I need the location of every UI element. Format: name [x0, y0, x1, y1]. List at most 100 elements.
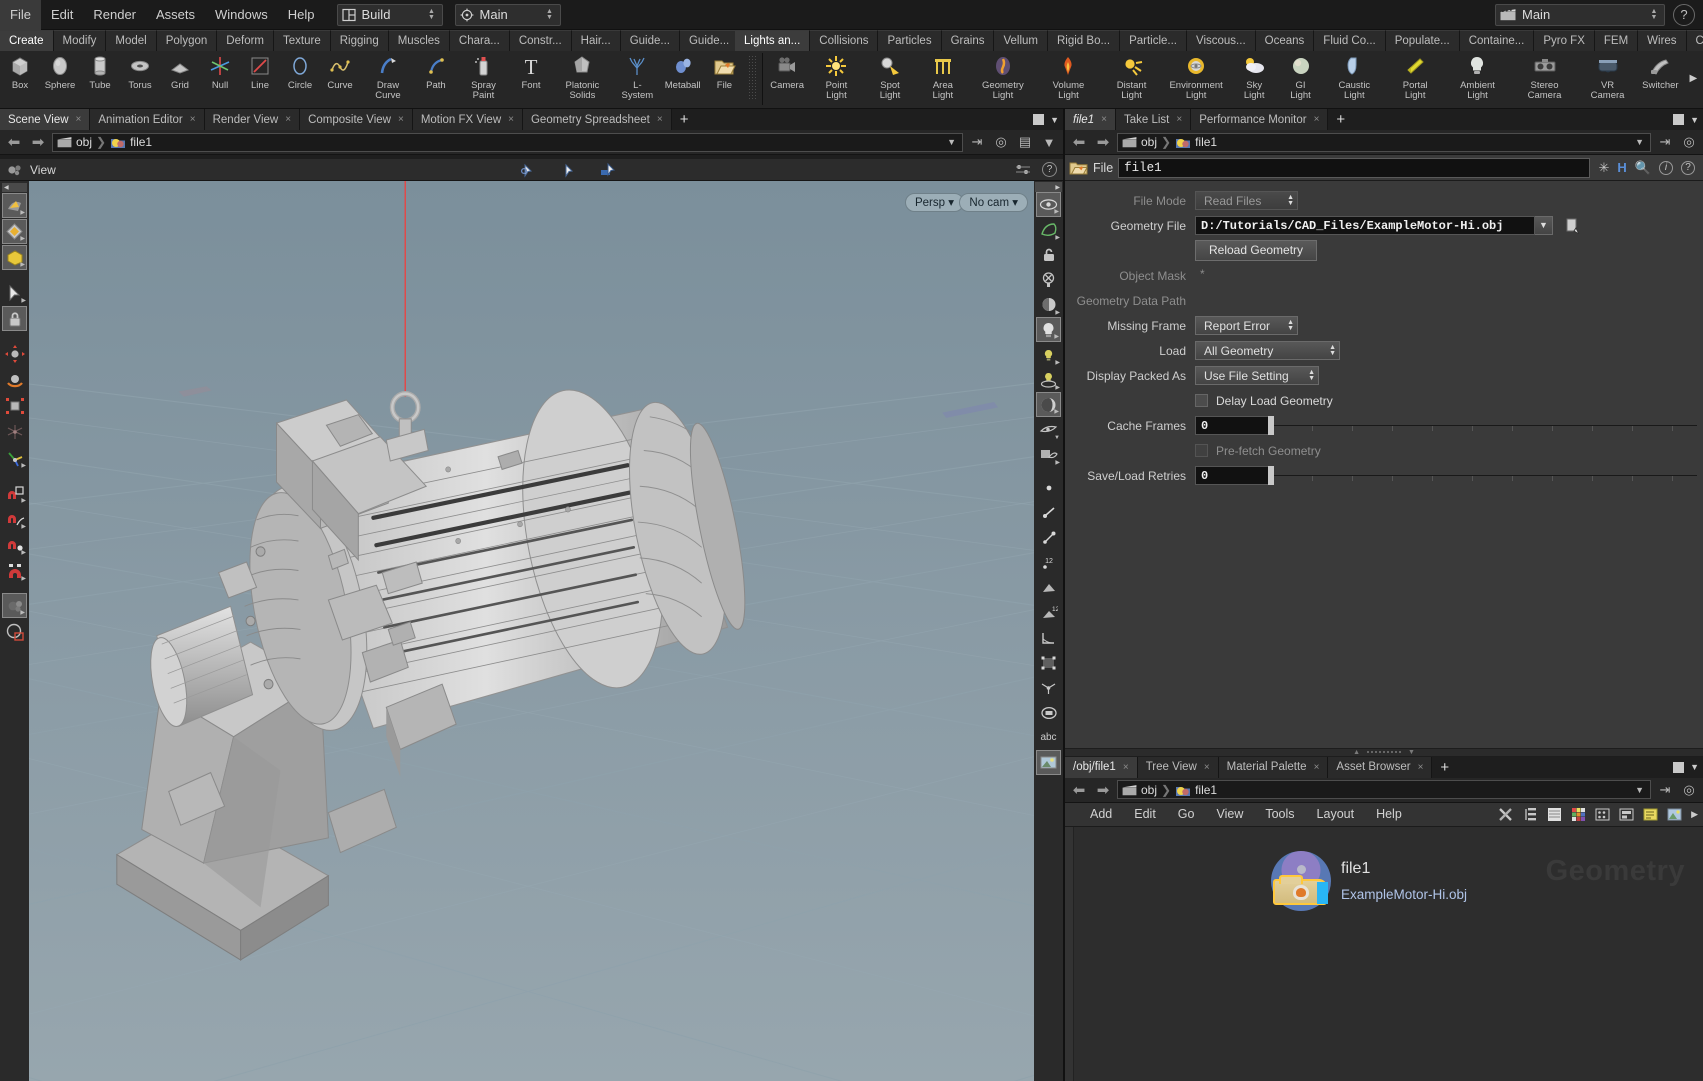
more-icon[interactable]: ▶	[1691, 809, 1698, 820]
shelf-tool-vr-camera[interactable]: VR Camera	[1578, 51, 1637, 101]
tab-motion-fx-view[interactable]: Motion FX View×	[413, 109, 523, 130]
shelf-tool-grid[interactable]: Grid	[160, 51, 200, 101]
object-mask-value[interactable]: *	[1195, 266, 1697, 285]
object-select-icon[interactable]: ▶	[2, 193, 27, 218]
tab-close-icon[interactable]: ×	[1418, 762, 1424, 773]
tab-close-icon[interactable]: ×	[190, 114, 196, 125]
right-toolbar-expand-icon[interactable]: ▶	[1035, 182, 1062, 192]
pane-menu-icon[interactable]: ▼	[1690, 762, 1699, 772]
tab-parameters-file1[interactable]: file1×	[1065, 109, 1116, 130]
missing-frame-dropdown[interactable]: Report Error ▲▼	[1195, 316, 1298, 335]
network-scrollbar[interactable]	[1065, 827, 1074, 1081]
shelf-tab-create[interactable]: Create	[0, 30, 54, 51]
angle-display-icon[interactable]	[1036, 625, 1061, 650]
shelf-tab-particle-fluids[interactable]: Particle...	[1120, 30, 1187, 51]
sync-icon[interactable]: ◎	[1679, 782, 1699, 798]
shelf-tab-deform[interactable]: Deform	[217, 30, 274, 51]
hide-other-icon[interactable]	[1036, 267, 1061, 292]
layout-icon[interactable]	[1619, 807, 1634, 822]
network-menu-tools[interactable]: Tools	[1254, 802, 1305, 826]
shelf-tab-wires[interactable]: Wires	[1638, 30, 1686, 51]
shelf-tab-texture[interactable]: Texture	[274, 30, 331, 51]
shelf-tab-collisions[interactable]: Collisions	[810, 30, 878, 51]
shelf-tool-volume-light[interactable]: Volume Light	[1036, 51, 1100, 101]
scene-view-add-tab-button[interactable]: +	[672, 109, 697, 130]
pin-icon[interactable]: ⇥	[1655, 782, 1675, 798]
list-icon[interactable]	[1547, 807, 1562, 822]
geometry-data-path-value[interactable]	[1195, 291, 1697, 310]
path-dropdown-icon[interactable]: ▼	[947, 137, 958, 147]
menu-windows[interactable]: Windows	[205, 0, 278, 30]
path-segment-obj[interactable]: obj	[57, 135, 92, 149]
forward-icon[interactable]: ➡	[28, 133, 48, 151]
tab-close-icon[interactable]: ×	[1101, 114, 1107, 125]
image-icon[interactable]	[1667, 807, 1682, 822]
shelf-tool-draw-curve[interactable]: Draw Curve	[360, 51, 416, 101]
tab-close-icon[interactable]: ×	[1176, 114, 1182, 125]
back-icon[interactable]: ⬅	[1069, 133, 1089, 151]
parameter-add-tab-button[interactable]: +	[1328, 109, 1353, 130]
viewport-camera-dropdown[interactable]: Persp ▾	[905, 193, 964, 212]
shelf-tool-tube[interactable]: Tube	[80, 51, 120, 101]
tab-asset-browser[interactable]: Asset Browser×	[1328, 757, 1432, 778]
handle-tool-icon[interactable]	[2, 419, 27, 444]
tab-close-icon[interactable]: ×	[1204, 762, 1210, 773]
shelf-tool-metaball[interactable]: Metaball	[661, 51, 704, 101]
shelf-tab-guide2[interactable]: Guide...	[680, 30, 739, 51]
display-options-icon[interactable]	[1014, 162, 1032, 178]
sync-icon[interactable]: ◎	[1679, 134, 1699, 150]
menu-assets[interactable]: Assets	[146, 0, 205, 30]
tab-close-icon[interactable]: ×	[1123, 762, 1129, 773]
tab-composite-view[interactable]: Composite View×	[300, 109, 413, 130]
shelf-right-more-icon[interactable]: ▶	[1684, 51, 1703, 101]
grid-icon[interactable]	[1595, 807, 1610, 822]
shelf-tab-fluid-containers[interactable]: Fluid Co...	[1314, 30, 1385, 51]
file-browser-icon[interactable]	[1565, 218, 1581, 234]
shelf-tool-sphere[interactable]: Sphere	[40, 51, 80, 101]
build-selector[interactable]: Build ▲▼	[337, 4, 443, 26]
forward-icon[interactable]: ➡	[1093, 781, 1113, 799]
tab-close-icon[interactable]: ×	[508, 114, 514, 125]
shelf-tool-curve[interactable]: Curve	[320, 51, 360, 101]
bbox-display-icon[interactable]	[1036, 650, 1061, 675]
shelf-tab-rigging[interactable]: Rigging	[331, 30, 389, 51]
pin-icon[interactable]: ⇥	[1655, 134, 1675, 150]
capture-display-icon[interactable]	[1036, 700, 1061, 725]
shelf-tool-ambient-light[interactable]: Ambient Light	[1444, 51, 1511, 101]
tab-render-view[interactable]: Render View×	[205, 109, 300, 130]
network-menu-layout[interactable]: Layout	[1306, 802, 1366, 826]
shelf-tool-switcher[interactable]: Switcher	[1637, 51, 1684, 101]
point-marker-icon[interactable]	[1036, 525, 1061, 550]
tab-close-icon[interactable]: ×	[1314, 114, 1320, 125]
menu-edit[interactable]: Edit	[41, 0, 83, 30]
shelf-tab-hair[interactable]: Hair...	[572, 30, 621, 51]
pane-config-icon[interactable]: ▼	[1039, 135, 1059, 150]
prefetch-geometry-checkbox[interactable]	[1195, 444, 1208, 457]
maximize-pane-icon[interactable]	[1033, 114, 1044, 125]
network-path-field[interactable]: obj ❯ file1 ▼	[1117, 780, 1651, 799]
geometry-file-input[interactable]	[1195, 216, 1535, 235]
slider-handle[interactable]	[1268, 416, 1274, 435]
texture-display-icon[interactable]: ▶	[1036, 442, 1061, 467]
uv-display-icon[interactable]: ▼	[1036, 417, 1061, 442]
cache-frames-slider[interactable]	[1272, 416, 1703, 435]
cache-frames-input[interactable]	[1195, 416, 1270, 435]
shelf-tool-point-light[interactable]: Point Light	[809, 51, 864, 101]
splitter-down-icon[interactable]: ▼	[1408, 749, 1415, 756]
point-display-icon[interactable]	[1036, 475, 1061, 500]
lock-icon[interactable]	[2, 306, 27, 331]
view-tool-icon[interactable]	[600, 162, 618, 178]
prim-display-icon[interactable]	[1036, 575, 1061, 600]
parameter-node-name-field[interactable]	[1118, 158, 1589, 178]
light-small-icon[interactable]: ▶	[1036, 342, 1061, 367]
network-menu-help[interactable]: Help	[1365, 802, 1413, 826]
move-tool-icon[interactable]	[2, 341, 27, 366]
network-menu-view[interactable]: View	[1205, 802, 1254, 826]
shelf-tool-camera[interactable]: Camera	[765, 51, 809, 101]
ghost-icon[interactable]: ▶	[1036, 217, 1061, 242]
tab-close-icon[interactable]: ×	[76, 114, 82, 125]
clip-plane-icon[interactable]	[2, 619, 27, 644]
path-segment-obj[interactable]: obj	[1122, 783, 1157, 797]
snap-curve-icon[interactable]: ▶	[2, 506, 27, 531]
shelf-tab-lights-and-cameras[interactable]: Lights an...	[735, 30, 810, 51]
